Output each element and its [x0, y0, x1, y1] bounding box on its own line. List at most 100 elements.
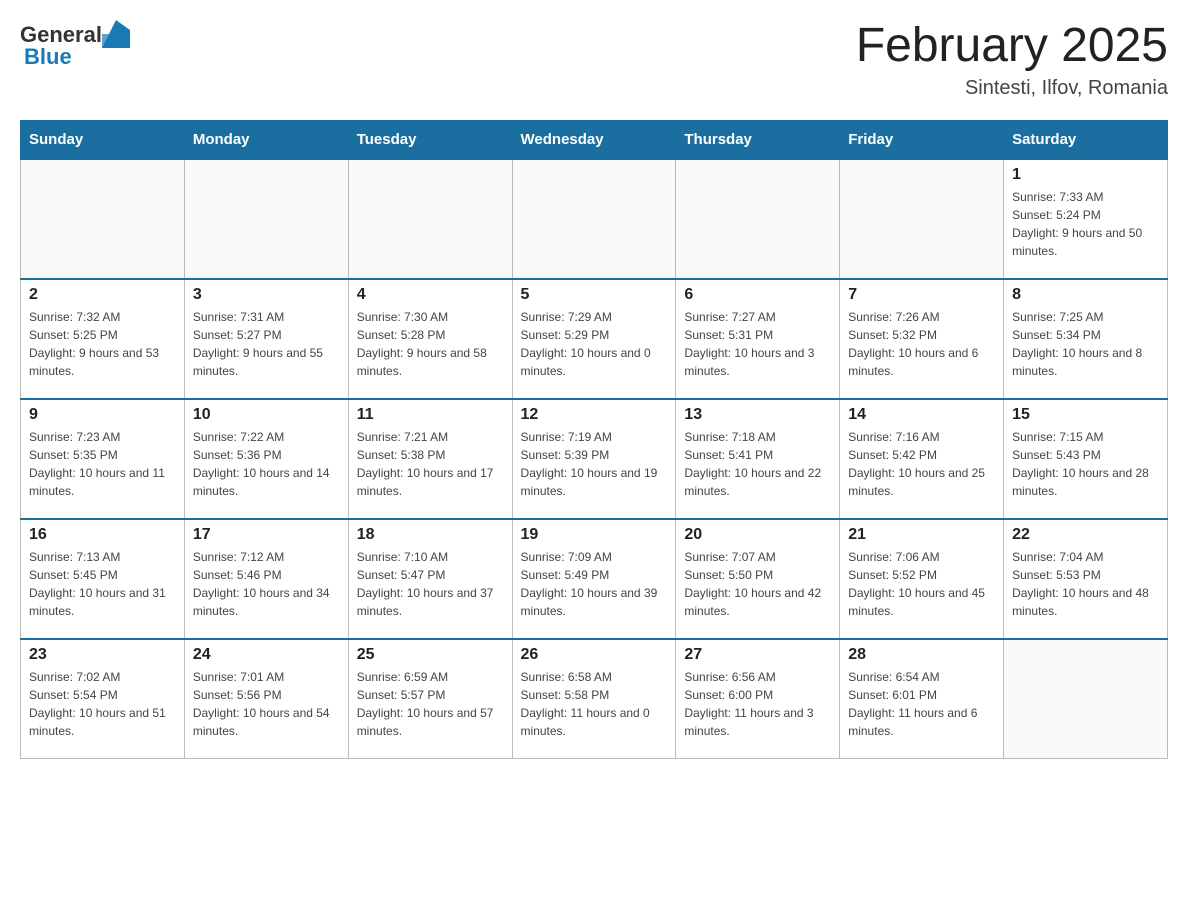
- calendar-cell: 4 Sunrise: 7:30 AMSunset: 5:28 PMDaylight…: [348, 279, 512, 399]
- calendar-cell: 28 Sunrise: 6:54 AMSunset: 6:01 PMDayligh…: [840, 639, 1004, 759]
- calendar-cell: 11 Sunrise: 7:21 AMSunset: 5:38 PMDayligh…: [348, 399, 512, 519]
- month-title: February 2025: [856, 20, 1168, 73]
- week-row-3: 9 Sunrise: 7:23 AMSunset: 5:35 PMDaylight…: [21, 399, 1168, 519]
- weekday-header-monday: Monday: [184, 120, 348, 159]
- calendar-cell: 17 Sunrise: 7:12 AMSunset: 5:46 PMDayligh…: [184, 519, 348, 639]
- day-number: 22: [1012, 526, 1159, 544]
- weekday-header-tuesday: Tuesday: [348, 120, 512, 159]
- day-number: 28: [848, 646, 995, 664]
- day-number: 14: [848, 406, 995, 424]
- calendar-cell: 19 Sunrise: 7:09 AMSunset: 5:49 PMDayligh…: [512, 519, 676, 639]
- logo: General Blue: [20, 20, 130, 70]
- calendar-cell: [21, 159, 185, 279]
- day-number: 19: [521, 526, 668, 544]
- calendar-cell: 5 Sunrise: 7:29 AMSunset: 5:29 PMDaylight…: [512, 279, 676, 399]
- day-info: Sunrise: 7:22 AMSunset: 5:36 PMDaylight:…: [193, 428, 340, 500]
- calendar-cell: 7Sunrise: 7:26 AMSunset: 5:32 PMDaylight…: [840, 279, 1004, 399]
- day-number: 15: [1012, 406, 1159, 424]
- calendar-cell: 15 Sunrise: 7:15 AMSunset: 5:43 PMDayligh…: [1004, 399, 1168, 519]
- weekday-header-wednesday: Wednesday: [512, 120, 676, 159]
- calendar-cell: 12 Sunrise: 7:19 AMSunset: 5:39 PMDayligh…: [512, 399, 676, 519]
- title-area: February 2025 Sintesti, Ilfov, Romania: [856, 20, 1168, 100]
- day-number: 3: [193, 286, 340, 304]
- day-info: Sunrise: 7:16 AMSunset: 5:42 PMDaylight:…: [848, 428, 995, 500]
- day-number: 24: [193, 646, 340, 664]
- calendar-cell: 8 Sunrise: 7:25 AMSunset: 5:34 PMDaylight…: [1004, 279, 1168, 399]
- day-info: Sunrise: 7:04 AMSunset: 5:53 PMDaylight:…: [1012, 548, 1159, 620]
- day-info: Sunrise: 7:26 AMSunset: 5:32 PMDaylight:…: [848, 308, 995, 380]
- day-number: 1: [1012, 166, 1159, 184]
- calendar-cell: 24 Sunrise: 7:01 AMSunset: 5:56 PMDayligh…: [184, 639, 348, 759]
- calendar-cell: 6 Sunrise: 7:27 AMSunset: 5:31 PMDaylight…: [676, 279, 840, 399]
- day-info: Sunrise: 7:18 AMSunset: 5:41 PMDaylight:…: [684, 428, 831, 500]
- day-info: Sunrise: 7:07 AMSunset: 5:50 PMDaylight:…: [684, 548, 831, 620]
- day-number: 12: [521, 406, 668, 424]
- week-row-4: 16 Sunrise: 7:13 AMSunset: 5:45 PMDayligh…: [21, 519, 1168, 639]
- calendar-cell: 16 Sunrise: 7:13 AMSunset: 5:45 PMDayligh…: [21, 519, 185, 639]
- day-info: Sunrise: 7:01 AMSunset: 5:56 PMDaylight:…: [193, 668, 340, 740]
- day-info: Sunrise: 7:30 AMSunset: 5:28 PMDaylight:…: [357, 308, 504, 380]
- calendar-cell: 10 Sunrise: 7:22 AMSunset: 5:36 PMDayligh…: [184, 399, 348, 519]
- day-info: Sunrise: 6:56 AMSunset: 6:00 PMDaylight:…: [684, 668, 831, 740]
- calendar-cell: 27 Sunrise: 6:56 AMSunset: 6:00 PMDayligh…: [676, 639, 840, 759]
- calendar-cell: 20 Sunrise: 7:07 AMSunset: 5:50 PMDayligh…: [676, 519, 840, 639]
- weekday-header-thursday: Thursday: [676, 120, 840, 159]
- calendar-cell: 18 Sunrise: 7:10 AMSunset: 5:47 PMDayligh…: [348, 519, 512, 639]
- day-number: 17: [193, 526, 340, 544]
- weekday-header-sunday: Sunday: [21, 120, 185, 159]
- calendar-cell: 2 Sunrise: 7:32 AMSunset: 5:25 PMDaylight…: [21, 279, 185, 399]
- calendar-cell: 26 Sunrise: 6:58 AMSunset: 5:58 PMDayligh…: [512, 639, 676, 759]
- day-info: Sunrise: 7:12 AMSunset: 5:46 PMDaylight:…: [193, 548, 340, 620]
- day-info: Sunrise: 7:21 AMSunset: 5:38 PMDaylight:…: [357, 428, 504, 500]
- day-info: Sunrise: 7:13 AMSunset: 5:45 PMDaylight:…: [29, 548, 176, 620]
- day-number: 8: [1012, 286, 1159, 304]
- calendar-cell: 25 Sunrise: 6:59 AMSunset: 5:57 PMDayligh…: [348, 639, 512, 759]
- day-info: Sunrise: 6:54 AMSunset: 6:01 PMDaylight:…: [848, 668, 995, 740]
- calendar-cell: 14 Sunrise: 7:16 AMSunset: 5:42 PMDayligh…: [840, 399, 1004, 519]
- day-info: Sunrise: 7:33 AMSunset: 5:24 PMDaylight:…: [1012, 188, 1159, 260]
- day-info: Sunrise: 7:31 AMSunset: 5:27 PMDaylight:…: [193, 308, 340, 380]
- day-number: 2: [29, 286, 176, 304]
- day-info: Sunrise: 7:23 AMSunset: 5:35 PMDaylight:…: [29, 428, 176, 500]
- day-number: 21: [848, 526, 995, 544]
- day-number: 9: [29, 406, 176, 424]
- calendar-cell: [184, 159, 348, 279]
- day-info: Sunrise: 7:25 AMSunset: 5:34 PMDaylight:…: [1012, 308, 1159, 380]
- day-info: Sunrise: 7:09 AMSunset: 5:49 PMDaylight:…: [521, 548, 668, 620]
- day-info: Sunrise: 7:19 AMSunset: 5:39 PMDaylight:…: [521, 428, 668, 500]
- day-number: 11: [357, 406, 504, 424]
- header: General Blue February 2025 Sintesti, Ilf…: [20, 20, 1168, 100]
- location-title: Sintesti, Ilfov, Romania: [856, 77, 1168, 100]
- week-row-1: 1 Sunrise: 7:33 AMSunset: 5:24 PMDaylight…: [21, 159, 1168, 279]
- day-info: Sunrise: 6:58 AMSunset: 5:58 PMDaylight:…: [521, 668, 668, 740]
- day-info: Sunrise: 6:59 AMSunset: 5:57 PMDaylight:…: [357, 668, 504, 740]
- weekday-header-row: SundayMondayTuesdayWednesdayThursdayFrid…: [21, 120, 1168, 159]
- day-number: 26: [521, 646, 668, 664]
- day-info: Sunrise: 7:27 AMSunset: 5:31 PMDaylight:…: [684, 308, 831, 380]
- weekday-header-saturday: Saturday: [1004, 120, 1168, 159]
- day-number: 23: [29, 646, 176, 664]
- day-number: 13: [684, 406, 831, 424]
- day-number: 6: [684, 286, 831, 304]
- calendar-cell: 13 Sunrise: 7:18 AMSunset: 5:41 PMDayligh…: [676, 399, 840, 519]
- day-number: 5: [521, 286, 668, 304]
- calendar-cell: [348, 159, 512, 279]
- day-info: Sunrise: 7:32 AMSunset: 5:25 PMDaylight:…: [29, 308, 176, 380]
- day-number: 16: [29, 526, 176, 544]
- day-number: 18: [357, 526, 504, 544]
- day-info: Sunrise: 7:15 AMSunset: 5:43 PMDaylight:…: [1012, 428, 1159, 500]
- calendar-cell: 3 Sunrise: 7:31 AMSunset: 5:27 PMDaylight…: [184, 279, 348, 399]
- calendar-cell: 1 Sunrise: 7:33 AMSunset: 5:24 PMDaylight…: [1004, 159, 1168, 279]
- calendar-cell: [1004, 639, 1168, 759]
- day-number: 27: [684, 646, 831, 664]
- day-info: Sunrise: 7:29 AMSunset: 5:29 PMDaylight:…: [521, 308, 668, 380]
- day-info: Sunrise: 7:10 AMSunset: 5:47 PMDaylight:…: [357, 548, 504, 620]
- day-number: 4: [357, 286, 504, 304]
- day-number: 25: [357, 646, 504, 664]
- day-info: Sunrise: 7:06 AMSunset: 5:52 PMDaylight:…: [848, 548, 995, 620]
- day-number: 10: [193, 406, 340, 424]
- calendar-cell: 21 Sunrise: 7:06 AMSunset: 5:52 PMDayligh…: [840, 519, 1004, 639]
- calendar-cell: [676, 159, 840, 279]
- calendar-cell: [512, 159, 676, 279]
- day-number: 20: [684, 526, 831, 544]
